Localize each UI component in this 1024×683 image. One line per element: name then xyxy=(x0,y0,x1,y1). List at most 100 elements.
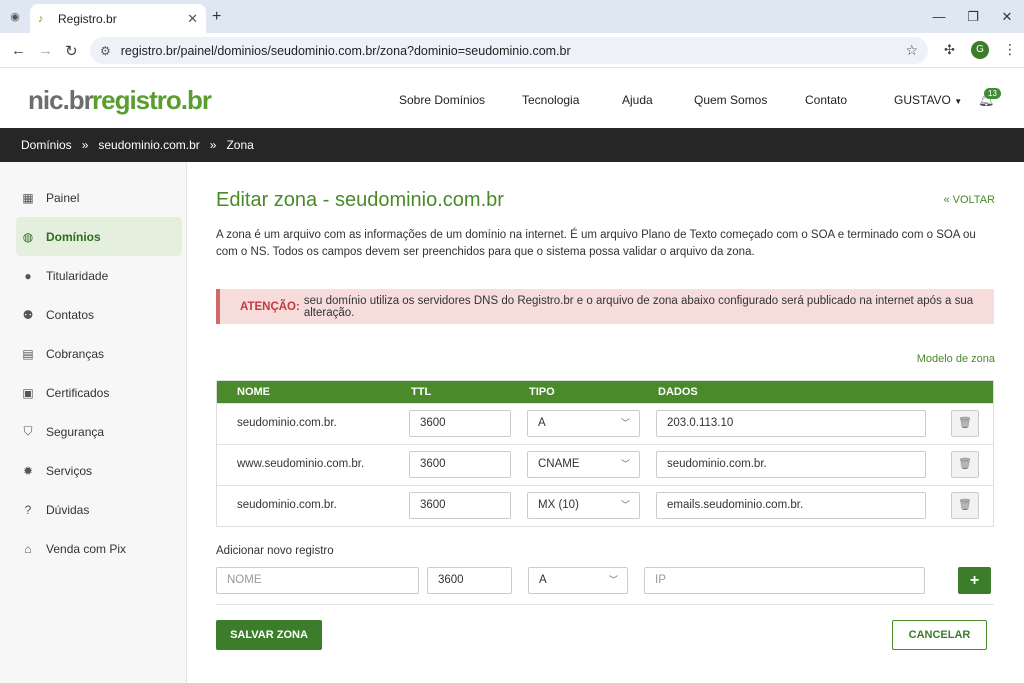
new-ttl-input[interactable]: 3600 xyxy=(427,567,512,594)
zone-table: NOME TTL TIPO DADOS seudominio.com.br. 36… xyxy=(216,380,994,527)
cancel-button[interactable]: CANCELAR xyxy=(892,620,987,650)
type-value: A xyxy=(538,417,546,429)
table-row: www.seudominio.com.br. 3600 CNAME ﹀ seudomin… xyxy=(217,444,993,485)
breadcrumb-dominios[interactable]: Domínios xyxy=(21,138,72,152)
url-text[interactable]: registro.br/painel/dominios/seudominio.c… xyxy=(121,44,906,58)
save-zone-button[interactable]: SALVAR ZONA xyxy=(216,620,322,650)
breadcrumb-separator: » xyxy=(209,138,217,152)
sidebar-item[interactable]: ✹ Serviços xyxy=(16,451,182,490)
chevron-down-icon: ﹀ xyxy=(620,459,630,469)
help-icon: ? xyxy=(24,502,32,517)
nav-quem-somos[interactable]: Quem Somos xyxy=(694,93,767,107)
breadcrumb-domain[interactable]: seudominio.com.br xyxy=(98,138,199,152)
intro-text: A zona é um arquivo com as informações d… xyxy=(216,229,976,258)
record-name: seudominio.com.br. xyxy=(237,499,337,511)
sidebar-item-label: Segurança xyxy=(46,424,105,439)
breadcrumb-zona: Zona xyxy=(226,138,254,152)
new-tab-icon[interactable]: + xyxy=(212,8,221,26)
profile-avatar[interactable]: G xyxy=(971,41,989,59)
address-bar: ← → ↻ ⚙ registro.br/painel/dominios/seud… xyxy=(0,33,1024,68)
sidebar-item[interactable]: ? Dúvidas xyxy=(16,490,182,529)
record-name: www.seudominio.com.br. xyxy=(237,458,365,470)
back-link[interactable]: « VOLTAR xyxy=(943,194,995,206)
table-row: seudominio.com.br. 3600 MX (10) ﹀ emails.seu… xyxy=(217,485,993,526)
ttl-input[interactable]: 3600 xyxy=(409,410,511,437)
bookmark-star-icon[interactable]: ☆ xyxy=(905,42,918,59)
breadcrumb-separator: » xyxy=(81,138,89,152)
sidebar-item[interactable]: ⚉ Contatos xyxy=(16,295,182,334)
nicbr-logo[interactable]: nic.br xyxy=(28,85,94,116)
new-type-select[interactable]: A ﹀ xyxy=(528,567,628,594)
person-icon: ● xyxy=(24,268,32,283)
add-record-label: Adicionar novo registro xyxy=(216,545,334,557)
new-name-input[interactable]: NOME xyxy=(216,567,419,594)
sidebar-item[interactable]: ◍ Domínios xyxy=(16,217,182,256)
page-title: Editar zona - seudominio.com.br xyxy=(216,189,504,211)
user-menu[interactable]: GUSTAVO ▼ xyxy=(894,93,962,107)
sidebar-item-label: Venda com Pix xyxy=(46,541,127,556)
browser-tab-bar: ◉ ♪ Registro.br ✕ + — ❐ ✕ xyxy=(0,0,1024,33)
data-input[interactable]: emails.seudominio.com.br. xyxy=(656,492,926,519)
type-select[interactable]: CNAME ﹀ xyxy=(527,451,640,478)
type-value: CNAME xyxy=(538,458,580,470)
sidebar-item[interactable]: ⛉ Segurança xyxy=(16,412,182,451)
store-icon: ⌂ xyxy=(24,541,32,556)
ttl-input[interactable]: 3600 xyxy=(409,451,511,478)
sidebar: ▦ Painel ◍ Domínios ● Titularidade ⚉ Contatos ▤ C… xyxy=(0,162,187,683)
header-ttl: TTL xyxy=(411,386,432,398)
restore-icon[interactable]: ❐ xyxy=(956,0,990,33)
main-content: Editar zona - seudominio.com.br « VOLTAR… xyxy=(187,162,1024,683)
chevron-down-icon: ▼ xyxy=(954,97,963,106)
sidebar-item-label: Serviços xyxy=(46,463,93,478)
sidebar-item[interactable]: ▦ Painel xyxy=(16,178,182,217)
new-data-input[interactable]: IP xyxy=(644,567,925,594)
browser-menu-icon[interactable]: ⋮ xyxy=(1003,41,1017,58)
calendar-icon: ▤ xyxy=(22,346,34,361)
sidebar-item[interactable]: ▤ Cobranças xyxy=(16,334,182,373)
close-window-icon[interactable]: ✕ xyxy=(990,0,1024,33)
header-tipo: TIPO xyxy=(529,386,555,398)
site-settings-icon[interactable]: ⚙ xyxy=(100,44,111,58)
sidebar-item-label: Contatos xyxy=(46,307,95,322)
sidebar-item[interactable]: ● Titularidade xyxy=(16,256,182,295)
nav-contato[interactable]: Contato xyxy=(805,93,847,107)
sidebar-item[interactable]: ▣ Certificados xyxy=(16,373,182,412)
chevron-down-icon: ﹀ xyxy=(620,418,630,428)
browser-tab[interactable]: ♪ Registro.br ✕ xyxy=(30,4,206,33)
data-input[interactable]: 203.0.113.10 xyxy=(656,410,926,437)
record-name: seudominio.com.br. xyxy=(237,417,337,429)
header-nome: NOME xyxy=(237,386,270,398)
delete-record-button[interactable]: 🗑︎ xyxy=(951,451,979,478)
nav-ajuda[interactable]: Ajuda xyxy=(622,93,653,107)
delete-record-button[interactable]: 🗑︎ xyxy=(951,492,979,519)
delete-record-button[interactable]: 🗑︎ xyxy=(951,410,979,437)
close-tab-icon[interactable]: ✕ xyxy=(187,11,198,27)
header-dados: DADOS xyxy=(658,386,698,398)
sidebar-item-label: Domínios xyxy=(46,229,101,244)
warning-alert: ATENÇÃO: seu domínio utiliza os servidor… xyxy=(216,289,994,324)
table-body: seudominio.com.br. 3600 A ﹀ 203.0.113.10 🗑︎ ww… xyxy=(217,403,993,526)
nav-sobre-dominios[interactable]: Sobre Domínios xyxy=(399,93,485,107)
type-select[interactable]: A ﹀ xyxy=(527,410,640,437)
minimize-icon[interactable]: — xyxy=(922,0,956,33)
forward-icon[interactable]: → xyxy=(38,42,53,59)
add-record-button[interactable]: + xyxy=(958,567,991,594)
tab-search-icon[interactable]: ◉ xyxy=(6,7,24,25)
extensions-icon[interactable]: ✣ xyxy=(944,42,955,58)
people-icon: ⚉ xyxy=(22,307,34,322)
back-icon[interactable]: ← xyxy=(11,42,26,59)
type-select[interactable]: MX (10) ﹀ xyxy=(527,492,640,519)
sidebar-item-label: Titularidade xyxy=(46,268,109,283)
nav-tecnologia[interactable]: Tecnologia xyxy=(522,93,579,107)
ttl-input[interactable]: 3600 xyxy=(409,492,511,519)
registrobr-logo[interactable]: registro.br xyxy=(92,85,212,116)
sidebar-item-label: Painel xyxy=(46,190,80,205)
sidebar-item[interactable]: ⌂ Venda com Pix xyxy=(16,529,182,568)
omnibox[interactable]: ⚙ registro.br/painel/dominios/seudominio… xyxy=(90,37,928,64)
data-input[interactable]: seudominio.com.br. xyxy=(656,451,926,478)
notification-badge: 13 xyxy=(984,88,1001,99)
favicon-icon: ♪ xyxy=(38,12,44,25)
reload-icon[interactable]: ↻ xyxy=(65,42,78,60)
zone-model-link[interactable]: Modelo de zona xyxy=(917,353,995,365)
chevron-down-icon: ﹀ xyxy=(608,575,618,585)
